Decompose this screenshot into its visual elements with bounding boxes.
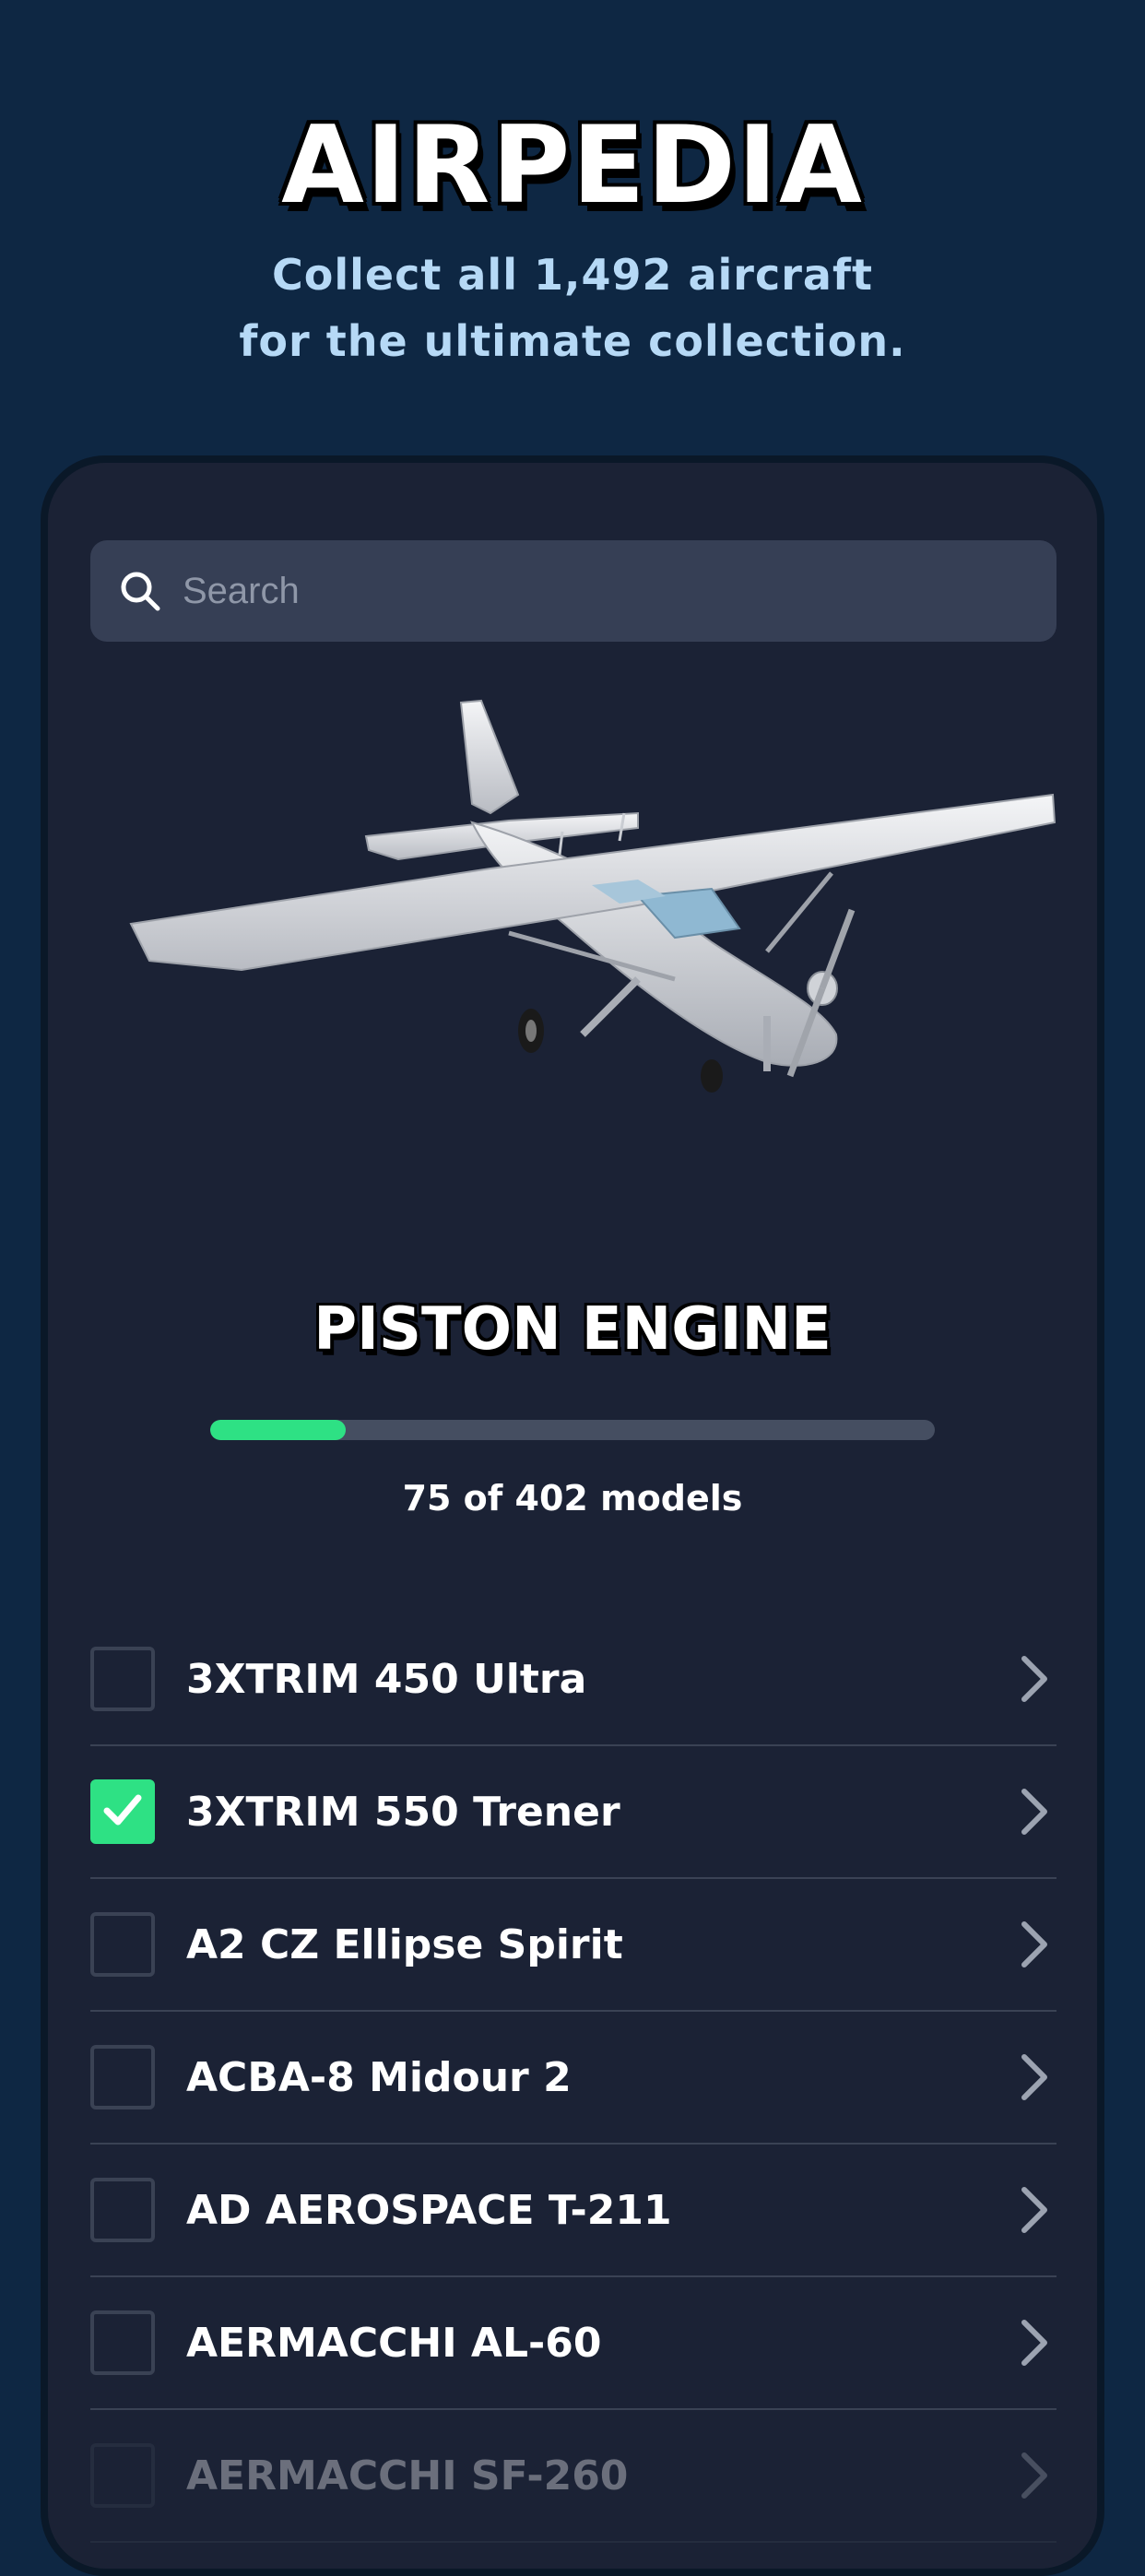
aircraft-image <box>129 699 1056 1093</box>
model-name: ACBA-8 Midour 2 <box>186 2053 572 2101</box>
model-name: AERMACCHI SF-260 <box>186 2452 629 2499</box>
model-name: AERMACCHI AL-60 <box>186 2319 602 2367</box>
model-row[interactable]: ACBA-8 Midour 2 <box>90 2012 1056 2145</box>
model-row[interactable]: AERMACCHI AL-60 <box>90 2277 1056 2410</box>
model-name: AD AEROSPACE T-211 <box>186 2186 672 2234</box>
checkbox-checked[interactable] <box>90 1779 155 1844</box>
chevron-right-icon <box>1016 1917 1053 1972</box>
checkbox[interactable] <box>90 2310 155 2375</box>
model-name: A2 CZ Ellipse Spirit <box>186 1920 623 1968</box>
model-row[interactable]: 3XTRIM 550 Trener <box>90 1746 1056 1879</box>
chevron-right-icon <box>1016 2315 1053 2370</box>
progress-label: 75 of 402 models <box>402 1478 743 1518</box>
chevron-right-icon <box>1016 1651 1053 1707</box>
progress-fill <box>210 1420 346 1440</box>
model-row[interactable]: AERMACCHI SF-260 <box>90 2410 1056 2543</box>
subtitle-line-1: Collect all 1,492 aircraft <box>272 250 873 300</box>
model-row[interactable]: A2 CZ Ellipse Spirit <box>90 1879 1056 2012</box>
progress-bar <box>210 1420 935 1440</box>
subtitle-line-2: for the ultimate collection. <box>239 316 906 366</box>
app-title: AIRPEDIA <box>281 103 864 228</box>
category-title: PISTON ENGINE <box>313 1295 832 1364</box>
checkbox[interactable] <box>90 2443 155 2508</box>
checkbox[interactable] <box>90 1647 155 1711</box>
model-list: 3XTRIM 450 Ultra 3XTRIM 550 Trener A2 CZ E… <box>90 1613 1056 2543</box>
chevron-right-icon <box>1016 2182 1053 2238</box>
model-row[interactable]: 3XTRIM 450 Ultra <box>90 1613 1056 1746</box>
search-input[interactable] <box>181 569 1056 613</box>
app-subtitle: Collect all 1,492 aircraft for the ultim… <box>0 242 1145 374</box>
check-icon <box>100 1787 146 1837</box>
search-bar[interactable] <box>90 540 1056 642</box>
model-row[interactable]: AD AEROSPACE T-211 <box>90 2145 1056 2277</box>
chevron-right-icon <box>1016 2448 1053 2503</box>
collection-card: PISTON ENGINE 75 of 402 models 3XTRIM 45… <box>41 455 1104 2576</box>
checkbox[interactable] <box>90 2178 155 2242</box>
model-name: 3XTRIM 450 Ultra <box>186 1655 587 1703</box>
chevron-right-icon <box>1016 2050 1053 2105</box>
checkbox[interactable] <box>90 2045 155 2109</box>
checkbox[interactable] <box>90 1912 155 1977</box>
chevron-right-icon <box>1016 1784 1053 1839</box>
search-icon <box>116 567 164 615</box>
model-name: 3XTRIM 550 Trener <box>186 1788 620 1836</box>
